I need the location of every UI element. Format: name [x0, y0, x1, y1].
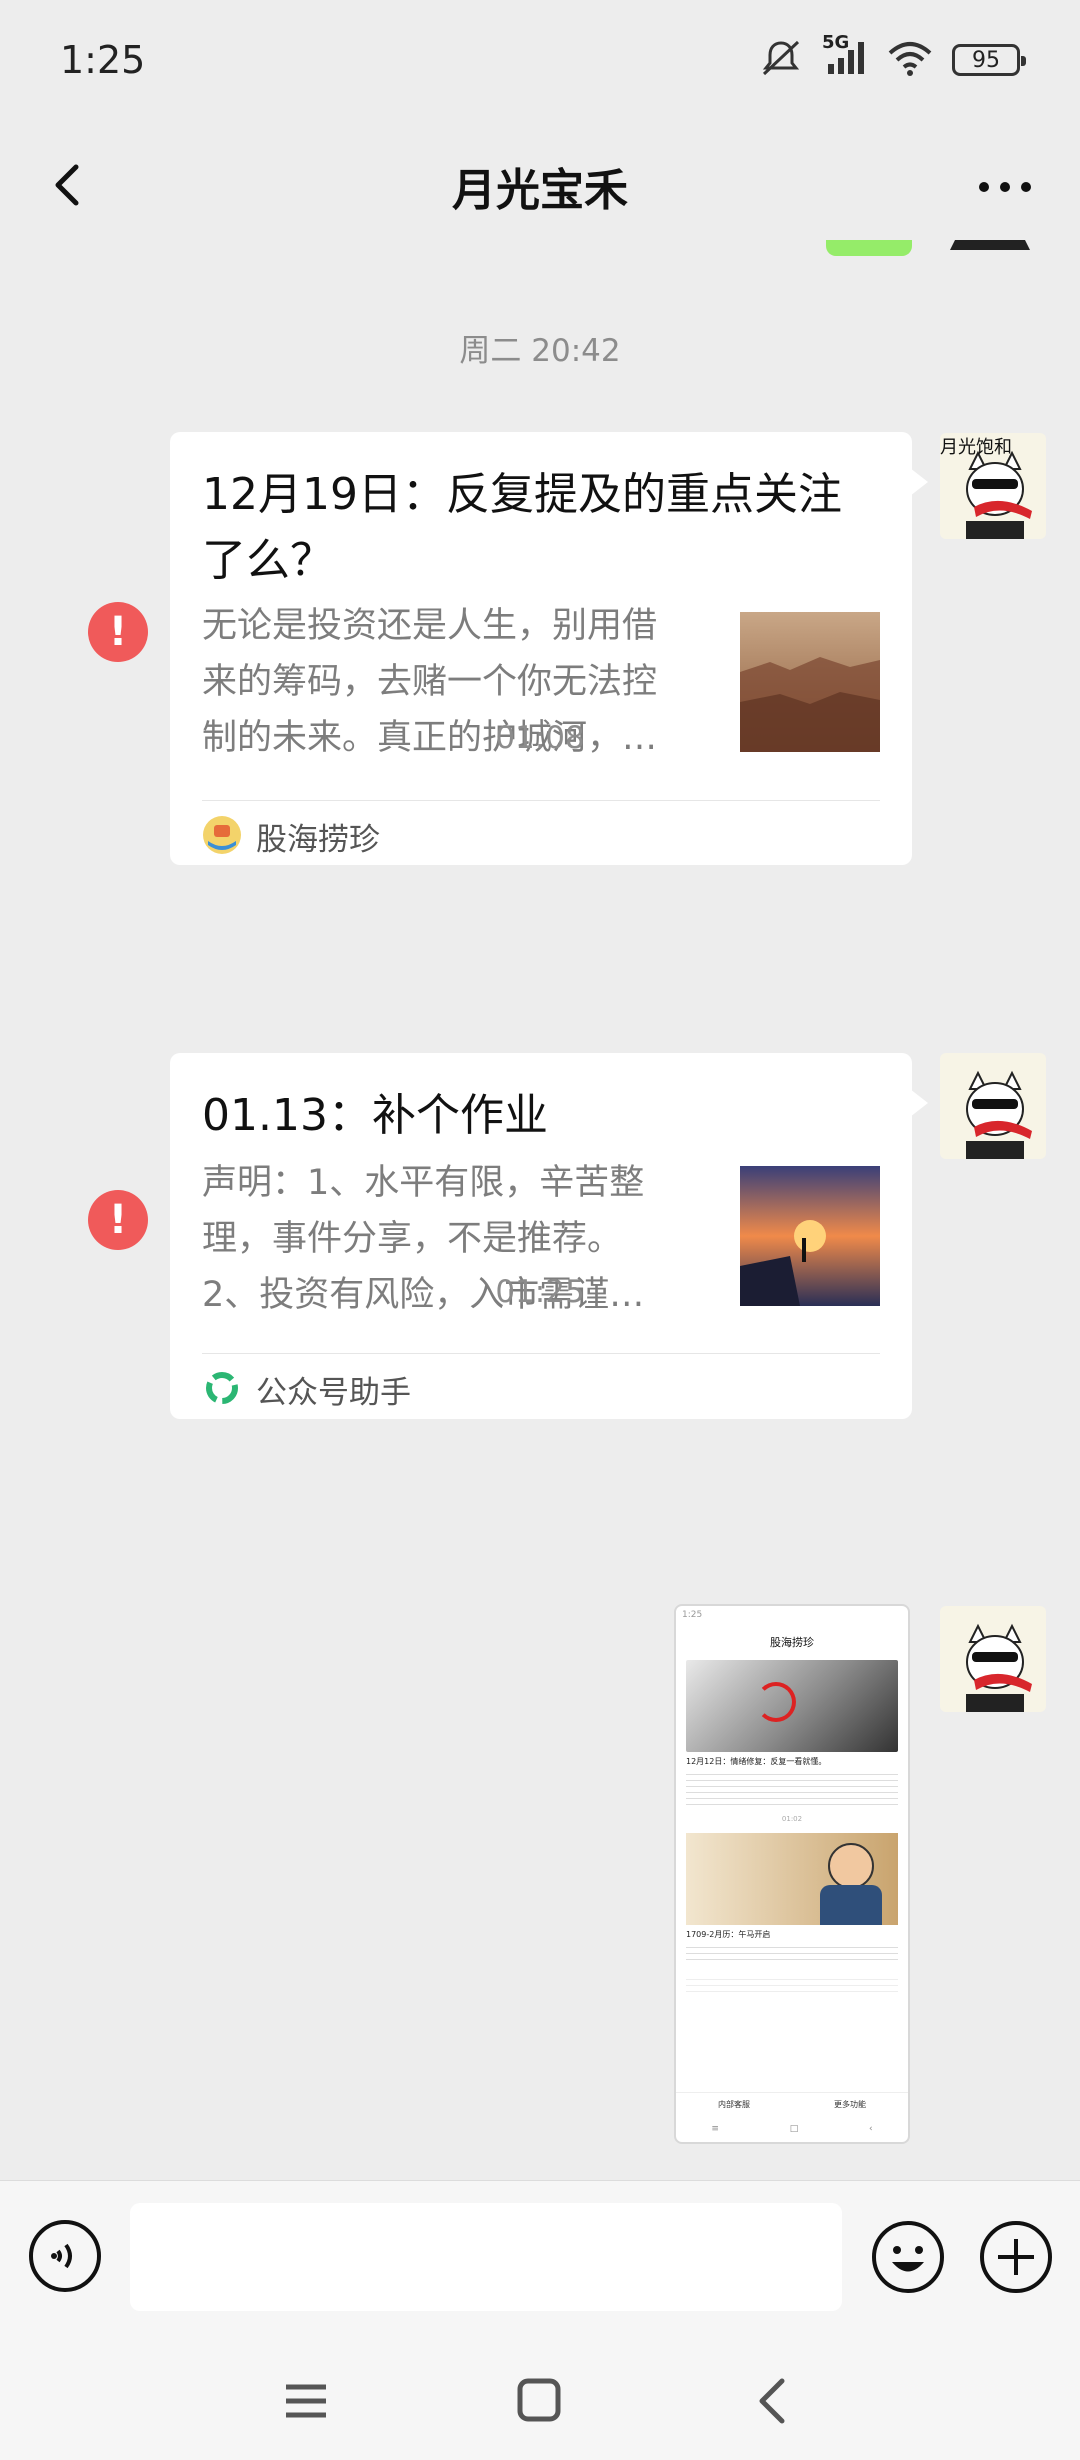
status-icons: 5G 95: [758, 32, 1026, 82]
avatar[interactable]: [940, 240, 1040, 260]
status-bar: 1:25 5G 95: [0, 0, 1080, 130]
card-divider: [202, 1353, 880, 1354]
mini-card2-text: [686, 1942, 898, 1964]
article-title-line: 12月19日：反复提及的重点关注: [202, 469, 842, 520]
chat-header: 月光宝禾: [0, 130, 1080, 240]
mini-card2-title: 1709-2月历：午马开启: [686, 1930, 771, 1939]
more-button[interactable]: [970, 155, 1040, 215]
article-card[interactable]: 12月19日：反复提及的重点关注 了么？ 无论是投资还是人生，别用借 来的筹码，…: [170, 432, 928, 865]
system-navigation: [0, 2330, 1080, 2460]
article-desc-line: 来的筹码，去赌一个你无法控: [202, 662, 658, 702]
home-icon: [517, 2378, 561, 2422]
more-dots-icon: [979, 182, 1031, 192]
official-account-helper-icon: [202, 1368, 242, 1412]
article-desc-line: 声明：1、水平有限，辛苦整: [202, 1163, 645, 1203]
mini-footer-left: 内部客服: [718, 2100, 750, 2109]
mini-divider-time: 01:02: [781, 1815, 803, 1823]
source-name: 公众号助手: [256, 1375, 411, 1411]
article-source: 股海捞珍: [202, 814, 380, 859]
status-time: 1:25: [60, 38, 146, 82]
avatar[interactable]: [940, 1053, 1046, 1159]
plus-button[interactable]: [978, 2219, 1054, 2295]
battery-indicator: 95: [952, 44, 1026, 76]
wifi-icon: [886, 39, 934, 81]
source-logo-icon: [202, 815, 242, 859]
mini-title: 股海捞珍: [770, 1636, 814, 1649]
mini-footer: 内部客服 更多功能: [676, 2092, 908, 2116]
article-card[interactable]: 01.13：补个作业 声明：1、水平有限，辛苦整 理，事件分享，不是推荐。 2、…: [170, 1053, 928, 1419]
source-name: 股海捞珍: [256, 822, 380, 858]
mini-image-1: [686, 1660, 898, 1752]
mini-card1-text: [686, 1769, 898, 1809]
mini-home-icon: □: [789, 2124, 799, 2134]
timestamp: 01:08: [495, 720, 585, 756]
menu-icon: [286, 2384, 326, 2418]
timestamp: 01:25: [495, 1274, 585, 1310]
send-failed-icon[interactable]: !: [88, 1190, 148, 1250]
chat-area[interactable]: 周二 20:42 ! 12月19日：反复提及的重点关注 了么？ 无论是投资还是人…: [0, 240, 1080, 2180]
card-divider: [202, 800, 880, 801]
signal-icon: 5G: [822, 32, 868, 80]
emoji-button[interactable]: [870, 2219, 946, 2295]
avatar[interactable]: 月光饱和: [940, 433, 1046, 539]
voice-button[interactable]: [28, 2219, 102, 2293]
system-back-button[interactable]: [744, 2375, 804, 2427]
mini-footer-right: 更多功能: [834, 2100, 866, 2109]
article-desc-line: 无论是投资还是人生，别用借: [202, 606, 658, 646]
send-failed-icon[interactable]: !: [88, 602, 148, 662]
avatar-label: 月光饱和: [940, 437, 1012, 458]
article-title: 12月19日：反复提及的重点关注 了么？: [202, 462, 880, 594]
mute-bell-icon: [758, 38, 804, 82]
input-bar: [0, 2180, 1080, 2330]
menu-button[interactable]: [276, 2375, 336, 2427]
article-title: 01.13：补个作业: [202, 1090, 548, 1141]
article-title-line: 了么？: [202, 535, 334, 586]
mini-menu-icon: ≡: [711, 2124, 719, 2134]
back-icon: [759, 2378, 785, 2424]
timestamp: 周二 20:42: [459, 333, 621, 369]
mini-image-2: [686, 1833, 898, 1925]
mini-status: 1:25: [682, 1610, 703, 1620]
mini-back-icon: ‹: [868, 2124, 873, 2134]
home-button[interactable]: [508, 2375, 568, 2427]
mini-footnote: [686, 1974, 898, 1994]
plus-icon: [980, 2221, 1052, 2293]
emoji-icon: [872, 2221, 944, 2293]
message-input[interactable]: [130, 2203, 842, 2311]
voice-icon: [29, 2220, 101, 2292]
mini-sys-nav: ≡ □ ‹: [676, 2120, 908, 2138]
chat-title: 月光宝禾: [452, 165, 628, 216]
mini-card1-title: 12月12日：情绪修复：反复一看就懂。: [686, 1757, 827, 1766]
article-desc-line: 理，事件分享，不是推荐。: [202, 1219, 623, 1259]
avatar[interactable]: [940, 1606, 1046, 1712]
network-label: 5G: [822, 32, 850, 53]
previous-message-bubble[interactable]: [826, 240, 912, 256]
image-message[interactable]: 1:25 股海捞珍 12月12日：情绪修复：反复一看就懂。 01:02 1709…: [674, 1604, 910, 2144]
article-source: 公众号助手: [202, 1367, 411, 1412]
